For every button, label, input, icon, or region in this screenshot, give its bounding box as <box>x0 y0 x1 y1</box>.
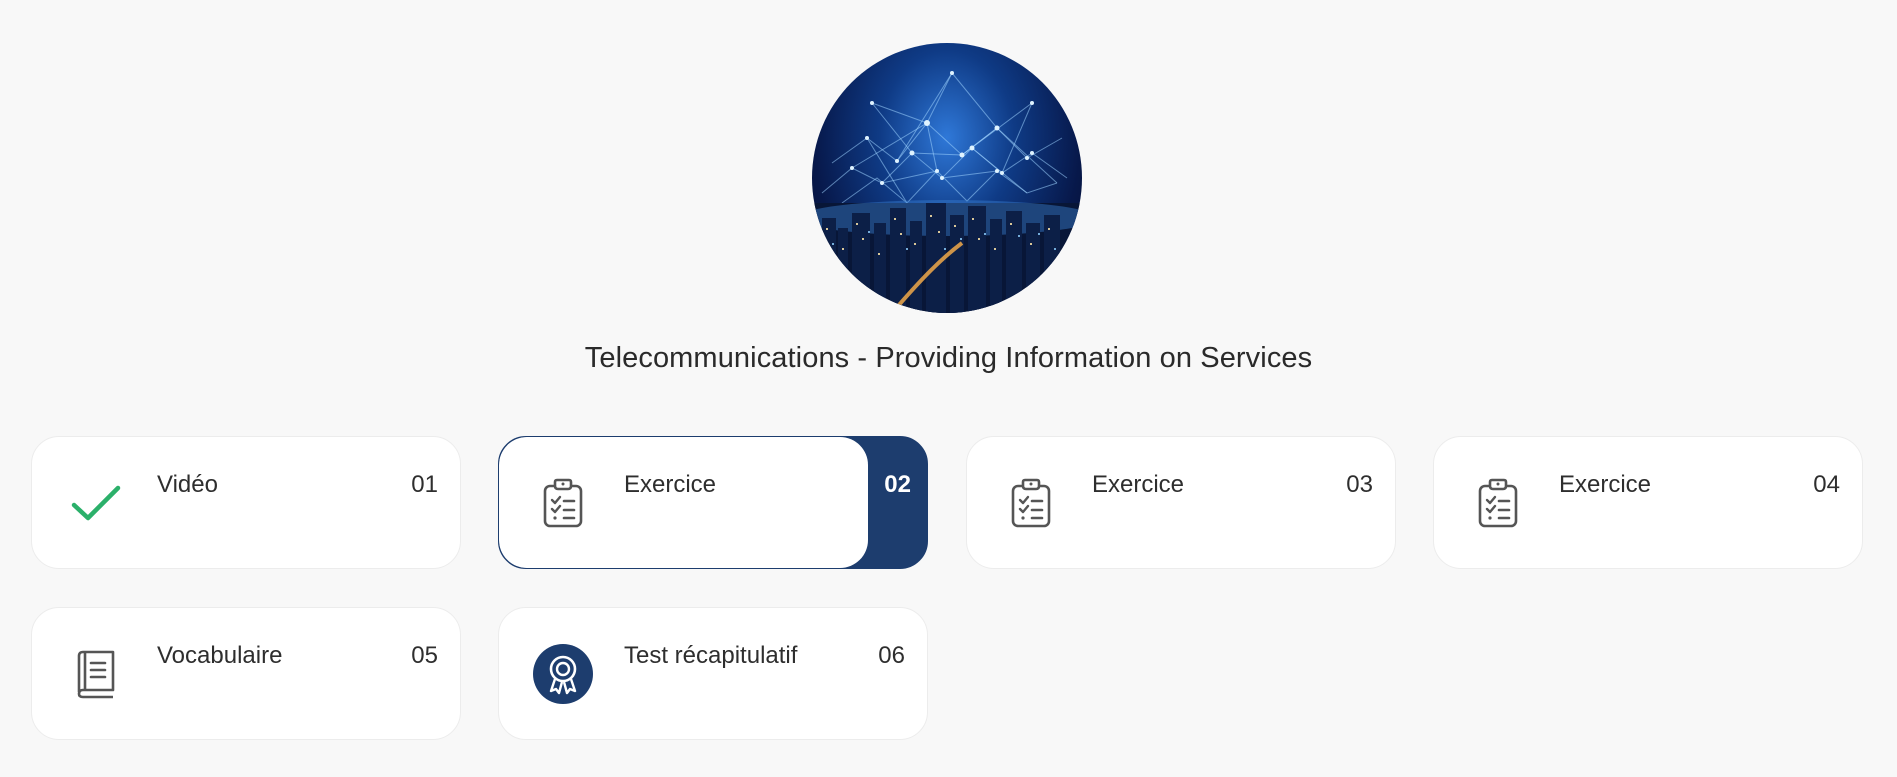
step-label: Exercice <box>1092 471 1185 498</box>
clipboard-icon <box>1000 472 1062 534</box>
course-image <box>812 43 1082 313</box>
course-title: Telecommunications - Providing Informati… <box>584 342 1313 374</box>
step-card-exercice-4[interactable]: Exercice 04 <box>1433 436 1863 569</box>
step-number: 04 <box>1813 471 1840 498</box>
step-label: Vocabulaire <box>157 642 283 669</box>
step-card-exercice-2[interactable]: Exercice 02 <box>498 436 928 569</box>
city-network-illustration <box>812 71 1082 313</box>
step-card-exercice-3[interactable]: Exercice 03 <box>966 436 1396 569</box>
step-label: Test récapitulatif <box>624 642 798 669</box>
check-icon <box>65 472 127 534</box>
award-badge-icon <box>532 643 594 705</box>
book-icon <box>65 643 127 705</box>
step-card-test-recapitulatif[interactable]: Test récapitulatif 06 <box>498 607 928 740</box>
step-label: Vidéo <box>157 471 218 498</box>
clipboard-icon <box>1467 472 1529 534</box>
step-number: 03 <box>1346 471 1373 498</box>
step-number: 01 <box>411 471 438 498</box>
clipboard-icon <box>532 472 594 534</box>
step-label: Exercice <box>624 471 717 498</box>
step-card-video[interactable]: Vidéo 01 <box>31 436 461 569</box>
step-number: 05 <box>411 642 438 669</box>
step-card-vocabulaire[interactable]: Vocabulaire 05 <box>31 607 461 740</box>
step-number: 02 <box>884 471 911 498</box>
step-label: Exercice <box>1559 471 1652 498</box>
step-number: 06 <box>878 642 905 669</box>
